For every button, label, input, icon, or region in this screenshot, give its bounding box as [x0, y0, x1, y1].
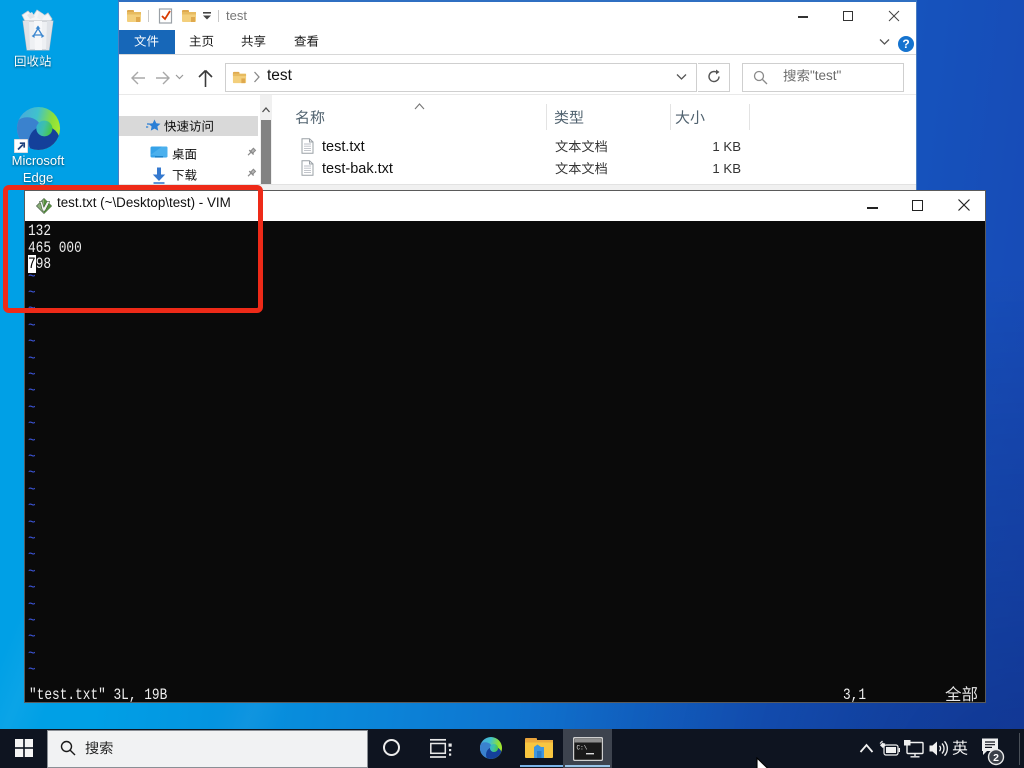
svg-text:C:\: C:\	[577, 745, 588, 752]
svg-text:2: 2	[993, 752, 999, 764]
